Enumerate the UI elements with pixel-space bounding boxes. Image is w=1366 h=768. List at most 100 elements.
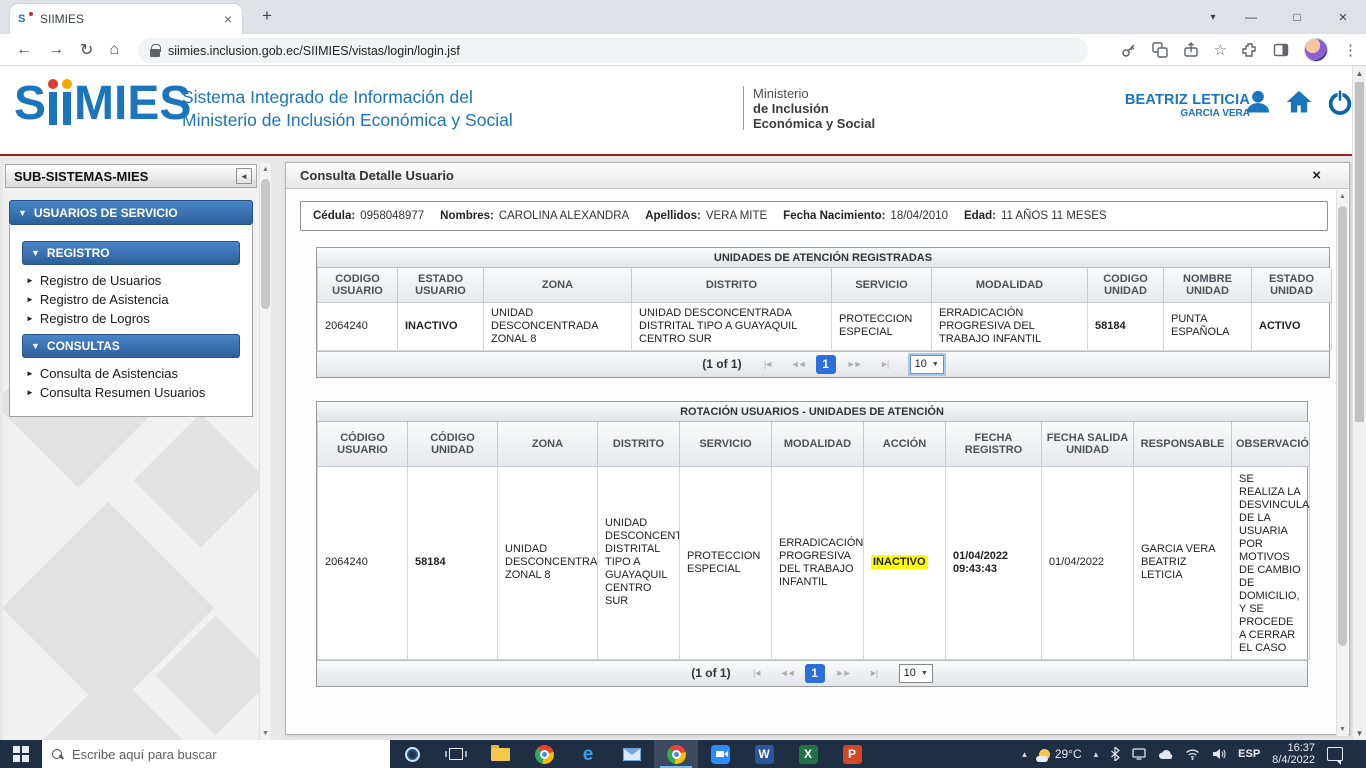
scroll-down-icon[interactable]: ▼ (260, 727, 271, 740)
sidebar-section-consultas[interactable]: ▼ CONSULTAS (22, 334, 240, 358)
browser-menu-kebab-icon[interactable]: ⋮ (1343, 41, 1358, 59)
paginator-prev-icon[interactable]: ◄◄ (786, 359, 810, 369)
bookmark-star-icon[interactable]: ☆ (1214, 41, 1227, 59)
scroll-down-icon[interactable]: ▼ (1337, 723, 1348, 736)
app-icon-excel[interactable]: X (786, 740, 830, 768)
scroll-up-icon[interactable]: ▲ (260, 163, 271, 176)
wifi-icon[interactable] (1185, 748, 1200, 760)
column-header: MODALIDAD (932, 268, 1088, 302)
menu-item-label: Registro de Asistencia (40, 292, 169, 307)
sidebar-scrollbar[interactable]: ▲ ▼ (259, 163, 271, 740)
section-label: CONSULTAS (47, 339, 120, 353)
logout-power-icon[interactable] (1326, 88, 1354, 121)
paginator-prev-icon[interactable]: ◄◄ (775, 668, 799, 678)
app-icon-word[interactable]: W (742, 740, 786, 768)
scrollbar-thumb[interactable] (261, 179, 270, 309)
app-title-line1: Sistema Integrado de Información del (182, 86, 513, 109)
logged-user: BEATRIZ LETICIA GARCIA VERA (1125, 92, 1250, 119)
fecha-nacimiento-value: 18/04/2010 (890, 210, 948, 222)
key-icon[interactable] (1121, 42, 1137, 58)
address-bar[interactable]: siimies.inclusion.gob.ec/SIIMIES/vistas/… (138, 38, 1088, 63)
language-indicator[interactable]: ESP (1238, 748, 1260, 760)
home-button[interactable]: ⌂ (109, 41, 119, 59)
paginator-first-icon[interactable]: |◄ (745, 668, 769, 678)
sidebar-item-usuarios-de-servicio[interactable]: ▼ USUARIOS DE SERVICIO (9, 200, 253, 225)
sidebar-section-registro[interactable]: ▼ REGISTRO (22, 241, 240, 265)
volume-icon[interactable] (1212, 748, 1226, 760)
tab-close-icon[interactable]: × (222, 11, 234, 27)
app-icon-mail[interactable] (610, 740, 654, 768)
profile-avatar[interactable] (1304, 38, 1328, 62)
field-label: Nombres: (440, 210, 494, 222)
paginator-page-button[interactable]: 1 (805, 664, 825, 683)
sidebar-item-consulta-resumen[interactable]: ► Consulta Resumen Usuarios (20, 383, 242, 402)
paginator-last-icon[interactable]: ►| (872, 359, 896, 369)
scrollbar-thumb[interactable] (1338, 206, 1347, 646)
field-label: Fecha Nacimiento: (783, 210, 885, 222)
browser-tab[interactable]: S SIIMIES × (10, 4, 242, 34)
translate-icon[interactable] (1152, 42, 1168, 58)
reload-button[interactable]: ↻ (80, 40, 93, 60)
app-icon-video[interactable] (698, 740, 742, 768)
sidebar-root-label: USUARIOS DE SERVICIO (34, 206, 178, 220)
scroll-up-icon[interactable]: ▲ (1353, 66, 1366, 80)
url-text[interactable]: siimies.inclusion.gob.ec/SIIMIES/vistas/… (168, 44, 460, 58)
sidebar-item-consulta-asistencias[interactable]: ► Consulta de Asistencias (20, 364, 242, 383)
sidebar-item-registro-logros[interactable]: ► Registro de Logros (20, 309, 242, 328)
rows-per-page-select[interactable]: 10 ▼ (899, 664, 933, 683)
cell-distrito: UNIDAD DESCONCENTRADA DISTRITAL TIPO A G… (632, 302, 832, 350)
window-maximize-button[interactable]: □ (1274, 10, 1320, 24)
app-icon-chrome[interactable] (522, 740, 566, 768)
panel-close-icon[interactable]: × (1312, 167, 1321, 184)
sidebar-collapse-button[interactable]: ◄ (236, 168, 252, 184)
bluetooth-icon[interactable] (1110, 747, 1120, 761)
app-icon-chrome-active[interactable] (654, 740, 698, 768)
scroll-down-icon[interactable]: ▼ (1353, 726, 1366, 740)
share-icon[interactable] (1183, 42, 1199, 58)
page-scrollbar[interactable]: ▲ ▼ (1352, 66, 1366, 740)
paginator-next-icon[interactable]: ►► (831, 668, 855, 678)
window-minimize-button[interactable]: — (1228, 10, 1274, 24)
taskbar-search[interactable] (42, 740, 390, 768)
new-tab-button[interactable]: + (254, 6, 280, 26)
apellidos-value: VERA MITE (706, 210, 767, 222)
scrollbar-thumb[interactable] (1355, 82, 1364, 422)
back-button[interactable]: ← (16, 41, 32, 59)
bullet-icon: ► (26, 388, 34, 397)
browser-toolbar: ← → ↻ ⌂ siimies.inclusion.gob.ec/SIIMIES… (0, 34, 1366, 66)
clock[interactable]: 16:37 8/4/2022 (1272, 742, 1315, 767)
side-panel-icon[interactable] (1273, 42, 1289, 58)
sidebar-item-registro-usuarios[interactable]: ► Registro de Usuarios (20, 271, 242, 290)
task-view-button[interactable] (434, 740, 478, 768)
onedrive-cloud-icon[interactable] (1158, 749, 1173, 760)
panel-scrollbar[interactable]: ▲ ▼ (1336, 190, 1348, 736)
search-icon (52, 749, 63, 760)
display-icon[interactable] (1132, 748, 1146, 760)
scroll-up-icon[interactable]: ▲ (1337, 190, 1348, 203)
start-button[interactable] (0, 740, 42, 768)
paginator-last-icon[interactable]: ►| (861, 668, 885, 678)
weather-widget[interactable]: 29°C (1039, 747, 1082, 761)
date: 8/4/2022 (1272, 754, 1315, 767)
tray-caret-icon[interactable]: ▴ (1094, 749, 1099, 760)
cortana-button[interactable] (390, 740, 434, 768)
user-profile-icon[interactable] (1244, 88, 1272, 121)
tab-search-caret-icon[interactable]: ▾ (1198, 12, 1228, 23)
paginator-page-button[interactable]: 1 (816, 355, 836, 374)
column-header: CODIGO USUARIO (318, 268, 398, 302)
home-app-icon[interactable] (1284, 88, 1314, 121)
notification-center-icon[interactable] (1327, 747, 1343, 761)
app-icon-explorer[interactable] (478, 740, 522, 768)
app-icon-edge[interactable]: e (566, 740, 610, 768)
search-input[interactable] (72, 747, 380, 762)
temperature: 29°C (1055, 747, 1082, 761)
paginator-first-icon[interactable]: |◄ (756, 359, 780, 369)
rows-per-page-select[interactable]: 10 ▼ (910, 355, 944, 374)
sidebar-item-registro-asistencia[interactable]: ► Registro de Asistencia (20, 290, 242, 309)
window-close-button[interactable]: × (1320, 9, 1366, 26)
extensions-icon[interactable] (1242, 42, 1258, 58)
app-icon-powerpoint[interactable]: P (830, 740, 874, 768)
forward-button[interactable]: → (48, 41, 64, 59)
paginator-next-icon[interactable]: ►► (842, 359, 866, 369)
tray-expand-icon[interactable]: ▴ (1022, 749, 1027, 760)
